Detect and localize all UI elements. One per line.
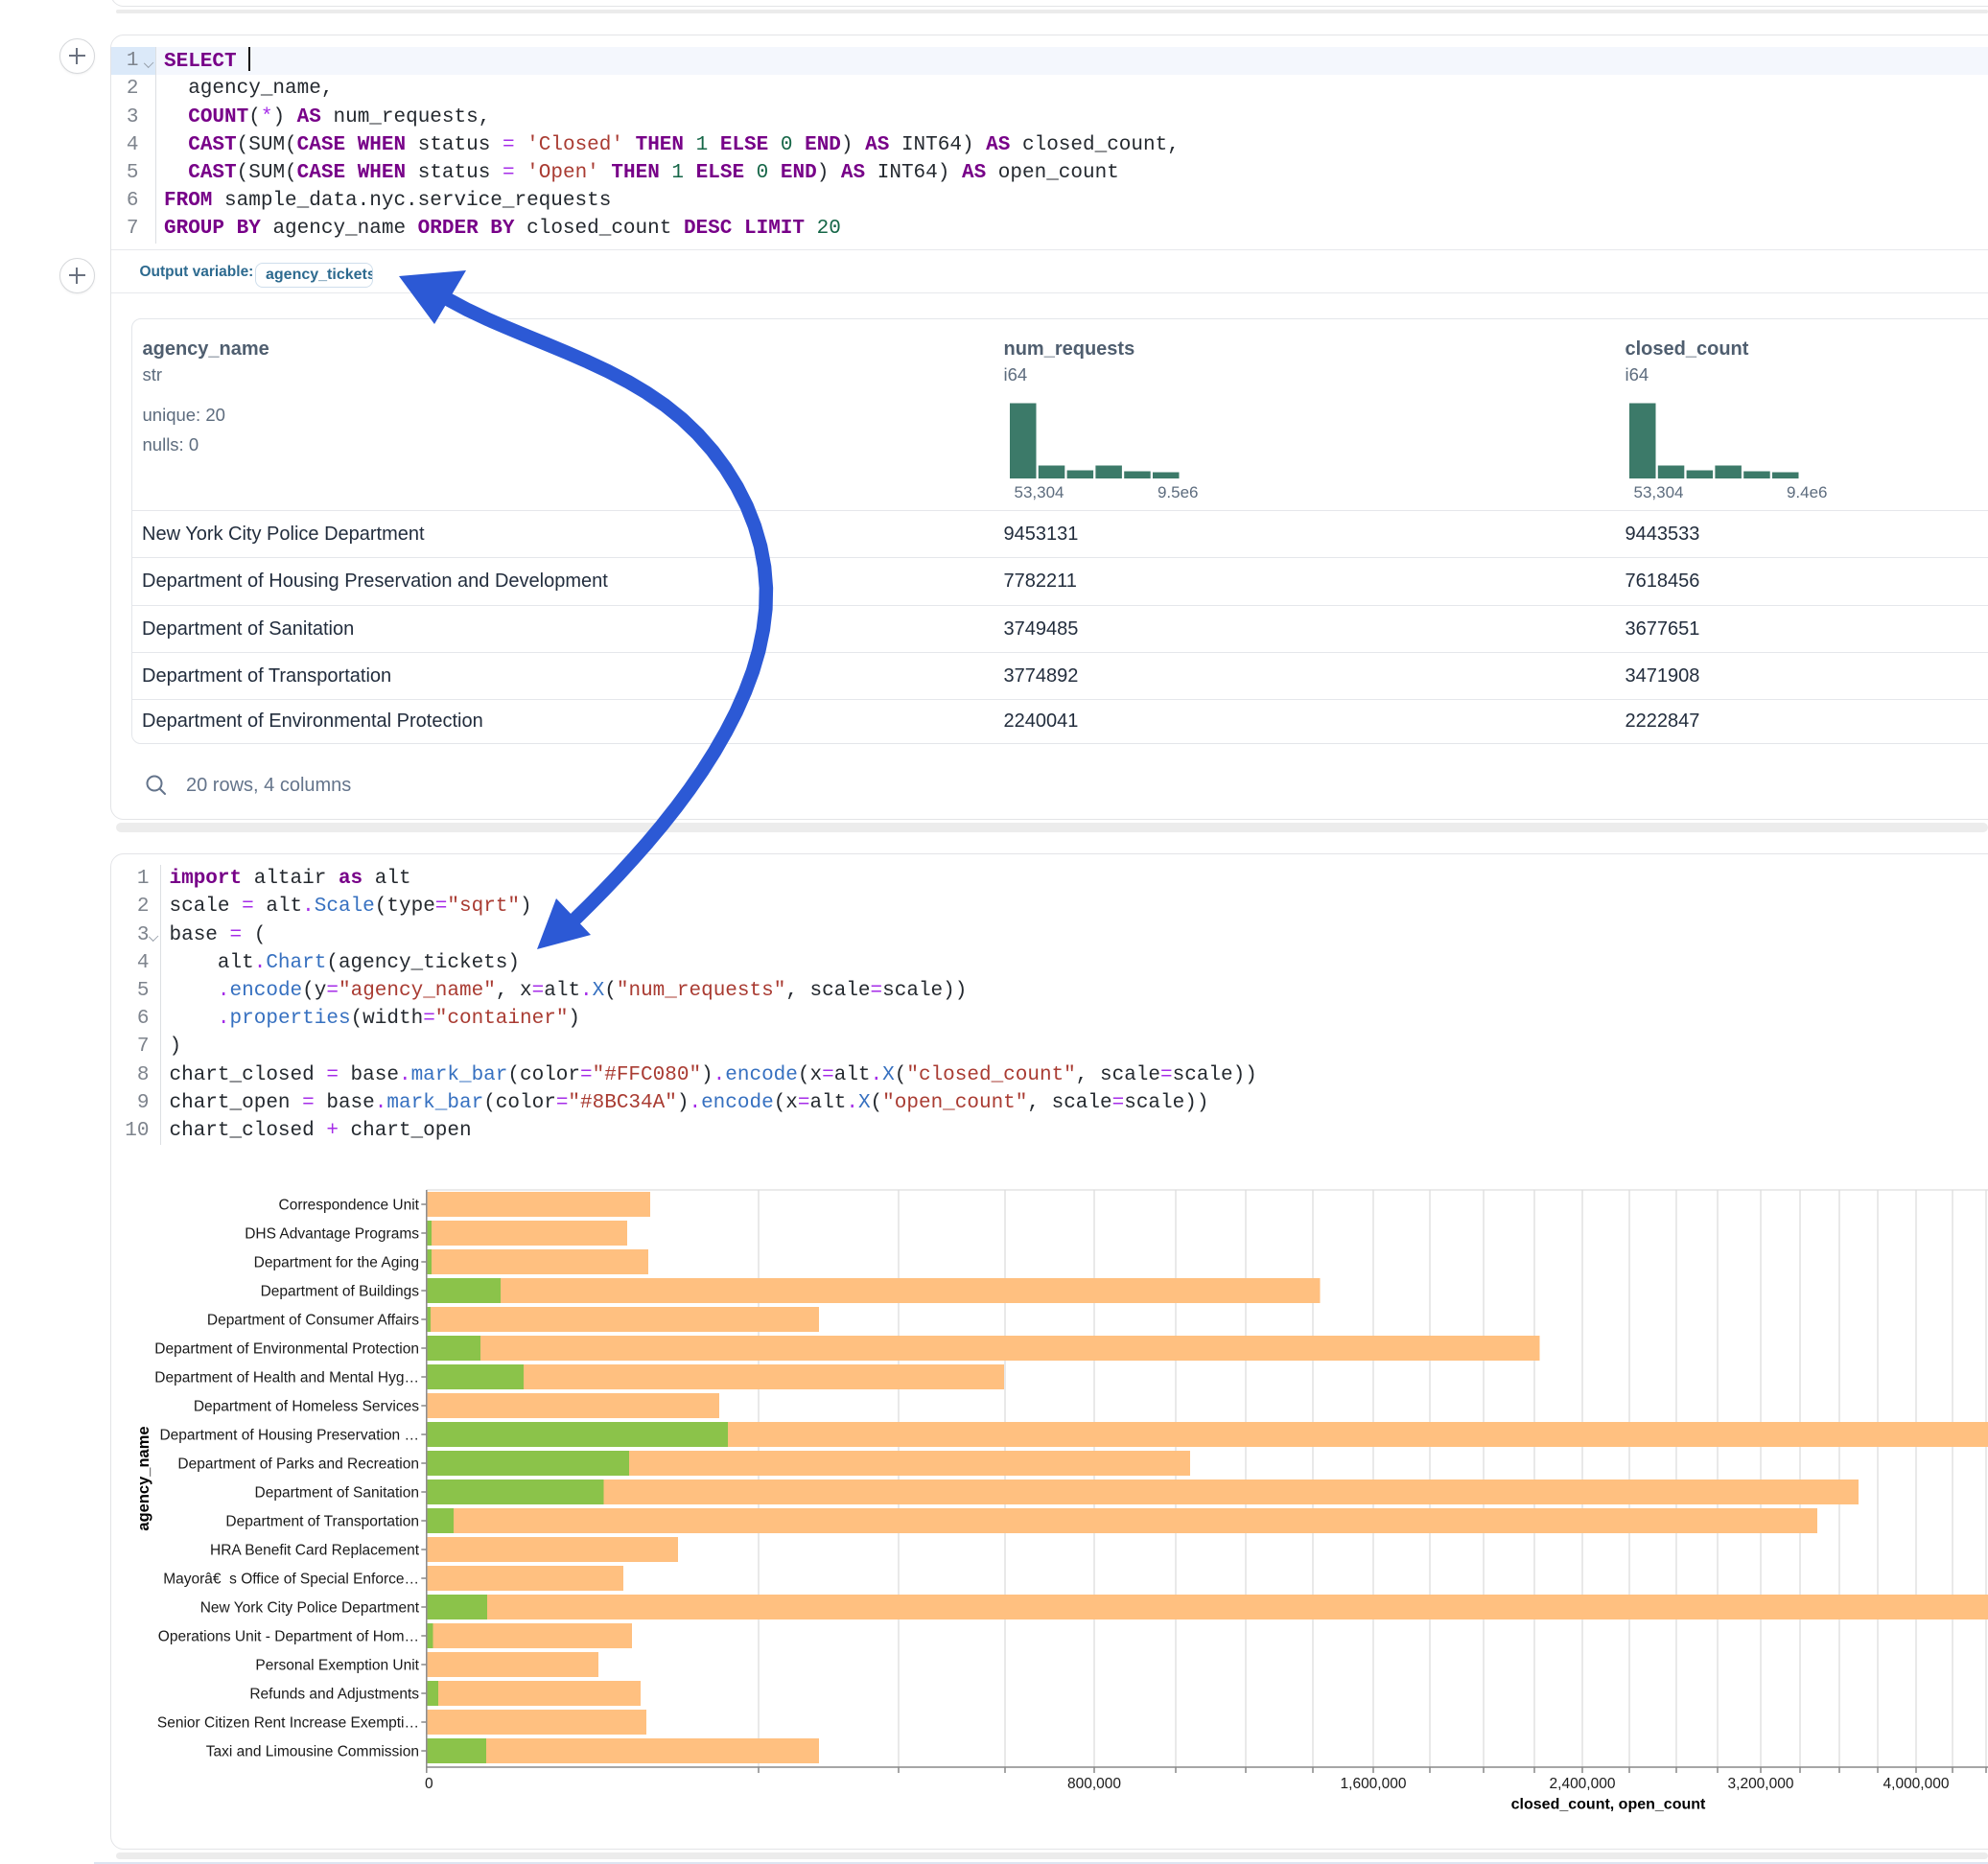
svg-text:800,000: 800,000	[1067, 1776, 1121, 1792]
svg-text:Department of Parks and Recrea: Department of Parks and Recreation	[177, 1456, 419, 1473]
svg-text:Department of Sanitation: Department of Sanitation	[255, 1485, 419, 1502]
svg-text:closed_count, open_count: closed_count, open_count	[1511, 1797, 1706, 1813]
svg-text:Correspondence Unit: Correspondence Unit	[279, 1198, 420, 1214]
svg-text:agency_name: agency_name	[135, 1426, 152, 1530]
svg-text:1,600,000: 1,600,000	[1341, 1776, 1407, 1792]
svg-text:3,200,000: 3,200,000	[1728, 1776, 1794, 1792]
svg-text:Department of Housing Preserva: Department of Housing Preservation …	[159, 1428, 419, 1444]
svg-text:4,000,000: 4,000,000	[1883, 1776, 1950, 1792]
svg-text:Department of Buildings: Department of Buildings	[261, 1284, 420, 1300]
svg-text:HRA Benefit Card Replacement: HRA Benefit Card Replacement	[210, 1543, 420, 1559]
svg-text:Mayorâ€ s Office of Special E: Mayorâ€ s Office of Special Enforce…	[163, 1572, 419, 1588]
svg-text:Department of Consumer Affairs: Department of Consumer Affairs	[207, 1313, 419, 1329]
svg-text:Department of Homeless Service: Department of Homeless Services	[194, 1399, 419, 1415]
svg-text:New York City Police Departmen: New York City Police Department	[200, 1600, 420, 1617]
svg-text:Refunds and Adjustments: Refunds and Adjustments	[249, 1687, 419, 1703]
svg-text:Department for the Aging: Department for the Aging	[254, 1255, 419, 1271]
svg-text:Personal Exemption Unit: Personal Exemption Unit	[255, 1658, 419, 1674]
svg-text:DHS Advantage Programs: DHS Advantage Programs	[245, 1226, 419, 1243]
svg-text:Department of Transportation: Department of Transportation	[225, 1514, 419, 1530]
svg-text:2,400,000: 2,400,000	[1550, 1776, 1616, 1792]
svg-text:Department of Environmental Pr: Department of Environmental Protection	[154, 1341, 419, 1358]
svg-text:Senior Citizen Rent Increase E: Senior Citizen Rent Increase Exempti…	[157, 1715, 419, 1732]
svg-text:0: 0	[425, 1776, 433, 1792]
svg-text:Taxi and Limousine Commission: Taxi and Limousine Commission	[206, 1744, 419, 1760]
svg-text:Department of Health and Menta: Department of Health and Mental Hyg…	[154, 1370, 419, 1386]
svg-text:Operations Unit - Department o: Operations Unit - Department of Hom…	[158, 1629, 419, 1645]
